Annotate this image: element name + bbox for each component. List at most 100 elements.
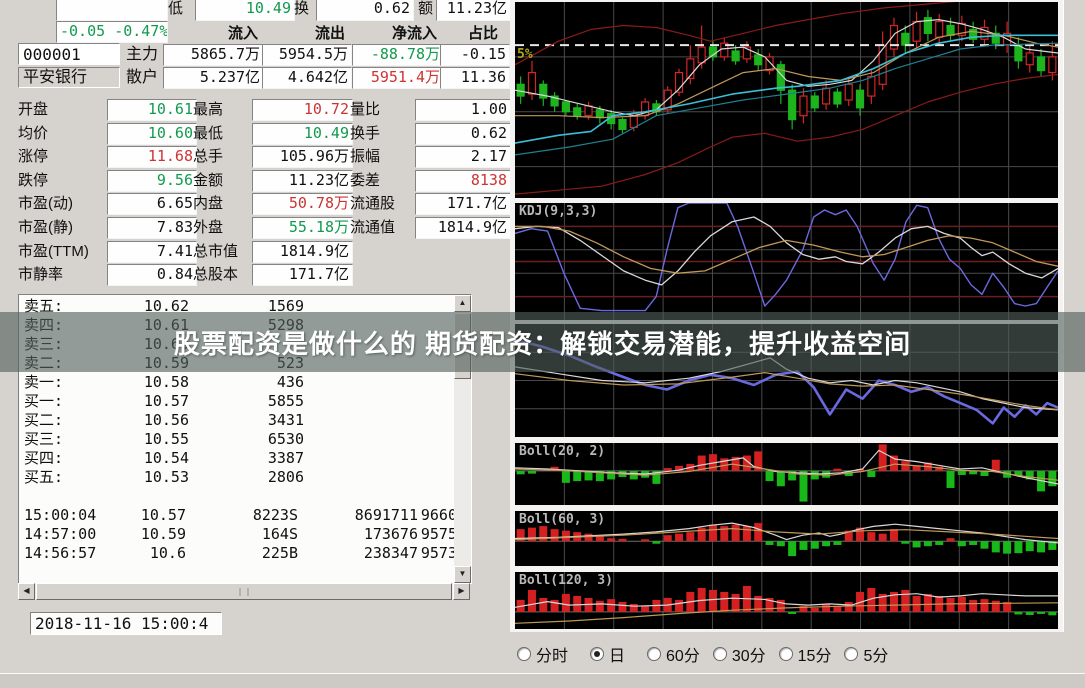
stat-value: 6.65 — [107, 193, 197, 215]
stat-value: 10.72 — [252, 99, 353, 121]
header-netflow: 净流入 — [342, 22, 437, 43]
stat-value: 10.61 — [107, 99, 197, 121]
radio-button-icon[interactable] — [713, 647, 727, 661]
bid-row: 买一:10.575855 — [20, 392, 453, 411]
stat-label: 跌停 — [18, 171, 48, 191]
amount-value: 11.23亿 — [436, 0, 511, 21]
stat-value: 105.96万 — [252, 146, 353, 168]
scroll-right-button[interactable]: ▶ — [453, 583, 470, 600]
flow-row-label: 主力 — [126, 45, 158, 65]
stat-label: 金额 — [193, 171, 223, 191]
chart-panel-boll20[interactable]: Boll(20, 2) — [515, 443, 1058, 505]
bid-row: 买四:10.543387 — [20, 449, 453, 468]
ask-row: 卖一:10.58436 — [20, 373, 453, 392]
tick-row: 14:57:0010.59164S1736769575 — [20, 525, 453, 544]
chart-panel-main[interactable]: 5% — [515, 2, 1058, 198]
ad-banner-overlay[interactable]: 股票配资是做什么的 期货配资：解锁交易潜能，提升收益空间 — [0, 312, 1085, 372]
percent-gridline-label: 5% — [517, 47, 533, 62]
radio-button-icon[interactable] — [844, 647, 858, 661]
stat-label: 市盈(TTM) — [18, 242, 89, 262]
chart-panel-kdj[interactable]: KDJ(9,3,3) — [515, 203, 1058, 320]
stat-label: 市盈(动) — [18, 194, 73, 214]
panel-label-boll60: Boll(60, 3) — [519, 512, 605, 527]
price-field-cut — [56, 0, 168, 21]
flow-retail-in: 5.237亿 — [163, 67, 264, 89]
bottom-strip — [0, 673, 1085, 688]
period-selector: 分时 日 60分 30分 15分 5分 — [517, 644, 901, 664]
radio-button-icon[interactable] — [647, 647, 661, 661]
chart-panel-boll120[interactable]: Boll(120, 3) — [515, 572, 1058, 629]
stat-value: 171.7亿 — [415, 193, 511, 215]
scrollbar-thumb[interactable] — [36, 583, 452, 600]
panel-label-boll120: Boll(120, 3) — [519, 573, 613, 588]
flow-retail-net: 5951.4万 — [352, 67, 444, 89]
stat-label: 市静率 — [18, 265, 63, 285]
stat-label: 市盈(静) — [18, 218, 73, 238]
stat-value: 1.00 — [415, 99, 511, 121]
period-label: 日 — [609, 642, 625, 666]
period-radio-日[interactable]: 日 — [590, 642, 625, 666]
flow-main-in: 5865.7万 — [163, 44, 264, 66]
stat-value: 0.62 — [415, 123, 511, 145]
period-radio-15分[interactable]: 15分 — [779, 642, 832, 666]
period-radio-60分[interactable]: 60分 — [647, 642, 700, 666]
chart-panel-boll60[interactable]: Boll(60, 3) — [515, 511, 1058, 566]
stat-value: 1814.9亿 — [252, 241, 353, 263]
stat-label: 总手 — [193, 147, 223, 167]
turnover-value: 0.62 — [316, 0, 414, 21]
scroll-up-button[interactable]: ▲ — [454, 295, 471, 312]
scroll-left-button[interactable]: ◀ — [18, 583, 35, 600]
stat-label: 总市值 — [193, 242, 238, 262]
stat-label: 均价 — [18, 124, 48, 144]
stat-value: 11.23亿 — [252, 170, 353, 192]
radio-button-icon[interactable] — [779, 647, 793, 661]
bid-row: 买五:10.532806 — [20, 468, 453, 487]
scroll-down-button[interactable]: ▼ — [454, 566, 471, 583]
header-inflow: 流入 — [168, 22, 258, 43]
ad-banner-text: 股票配资是做什么的 期货配资：解锁交易潜能，提升收益空间 — [174, 324, 911, 361]
header-outflow: 流出 — [255, 22, 345, 43]
low-label: 低 — [168, 0, 183, 19]
tick-row: 14:56:5710.6225B2383479573 — [20, 544, 453, 563]
period-label: 分时 — [536, 642, 568, 666]
stat-value: 7.41 — [107, 241, 197, 263]
radio-button-icon[interactable] — [517, 647, 531, 661]
bid-row: 买二:10.563431 — [20, 411, 453, 430]
radio-button-icon[interactable] — [590, 647, 604, 661]
stat-label: 内盘 — [193, 194, 223, 214]
stat-value: 55.18万 — [252, 217, 353, 239]
flow-retail-ratio: 11.36 — [440, 67, 510, 89]
spacer-row — [20, 487, 453, 506]
panel-label-boll20: Boll(20, 2) — [519, 444, 605, 459]
period-label: 30分 — [732, 642, 766, 666]
stat-label: 委差 — [350, 171, 380, 191]
stat-label: 最高 — [193, 100, 223, 120]
panel-label-kdj: KDJ(9,3,3) — [519, 204, 597, 219]
period-label: 5分 — [863, 642, 888, 666]
period-label: 60分 — [666, 642, 700, 666]
stat-label: 总股本 — [193, 265, 238, 285]
stat-label: 涨停 — [18, 147, 48, 167]
horizontal-scrollbar[interactable]: ◀ ▶ — [18, 583, 470, 600]
stat-value: 0.84 — [107, 264, 197, 286]
stat-value: 10.60 — [107, 123, 197, 145]
stat-value: 171.7亿 — [252, 264, 353, 286]
stat-value: 9.56 — [107, 170, 197, 192]
date-time-field[interactable]: 2018-11-16 15:00:4 — [30, 612, 222, 635]
stats-grid: 开盘10.61最高10.72量比1.00均价10.60最低10.49换手0.62… — [0, 99, 512, 289]
stat-label: 量比 — [350, 100, 380, 120]
stat-value: 2.17 — [415, 146, 511, 168]
stat-label: 流通股 — [350, 194, 395, 214]
stat-value: 7.83 — [107, 217, 197, 239]
stat-value: 1814.9亿 — [415, 217, 511, 239]
flow-main-ratio: -0.15 — [440, 44, 510, 66]
flow-main-net: -88.78万 — [352, 44, 444, 66]
trading-terminal: 低 10.49 换 0.62 额 11.23亿 -0.05 -0.47% 流入 … — [0, 0, 1085, 687]
stock-code-input[interactable] — [18, 43, 120, 65]
period-radio-30分[interactable]: 30分 — [713, 642, 766, 666]
stat-label: 开盘 — [18, 100, 48, 120]
stat-label: 外盘 — [193, 218, 223, 238]
period-label: 15分 — [798, 642, 832, 666]
period-radio-5分[interactable]: 5分 — [844, 642, 888, 666]
period-radio-分时[interactable]: 分时 — [517, 642, 568, 666]
